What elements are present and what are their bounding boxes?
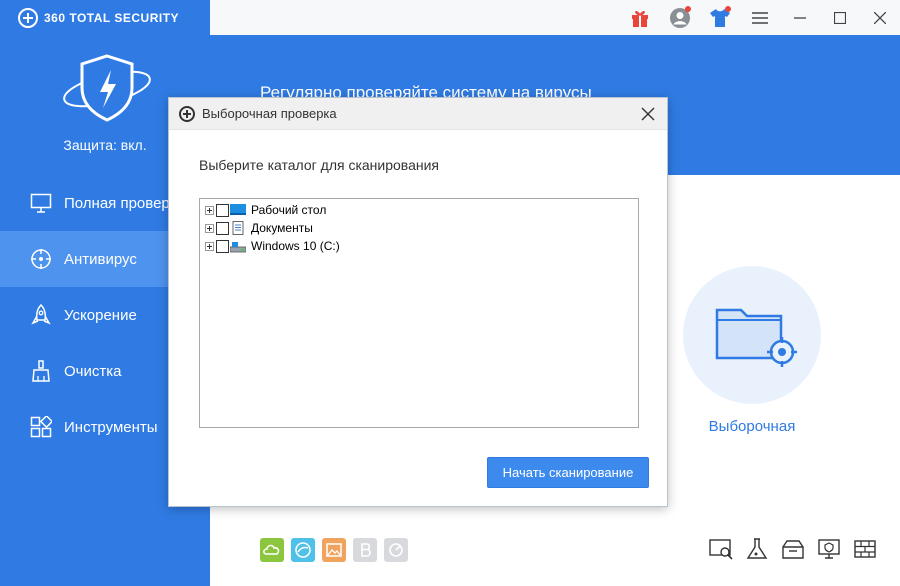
title-bar	[210, 0, 900, 35]
skin-button[interactable]	[700, 0, 740, 35]
notification-dot	[685, 6, 691, 12]
sidebar-item-label: Очистка	[64, 362, 122, 380]
shield-icon	[60, 52, 155, 122]
maximize-icon	[834, 11, 846, 24]
cloud-app-icon[interactable]	[260, 538, 284, 562]
expand-icon[interactable]	[205, 205, 214, 215]
speed-app-icon[interactable]	[384, 538, 408, 562]
sidebar-item-label: Инструменты	[64, 418, 158, 436]
dialog-title: Выборочная проверка	[202, 106, 337, 121]
gift-icon	[632, 10, 648, 27]
expand-icon[interactable]	[205, 241, 214, 251]
drive-icon	[230, 242, 246, 253]
tree-item-drive-c[interactable]: Windows 10 (C:)	[200, 237, 638, 255]
tree-item-documents[interactable]: Документы	[200, 219, 638, 237]
main-menu-button[interactable]	[740, 0, 780, 35]
tree-item-desktop[interactable]: Рабочий стол	[200, 201, 638, 219]
menu-icon	[752, 11, 768, 24]
tree-checkbox[interactable]	[216, 221, 229, 235]
tree-item-label: Рабочий стол	[251, 203, 327, 217]
tree-checkbox[interactable]	[216, 239, 229, 253]
minimize-button[interactable]	[780, 0, 820, 35]
photo-app-icon[interactable]	[322, 538, 346, 562]
minimize-icon	[794, 16, 806, 19]
maximize-button[interactable]	[820, 0, 860, 35]
app-logo-icon	[179, 105, 195, 122]
close-icon	[874, 11, 886, 24]
monitor-shield-icon[interactable]	[816, 536, 842, 562]
broom-icon	[32, 360, 50, 382]
crosshair-icon	[31, 249, 51, 269]
brand-name: 360 TOTAL SECURITY	[44, 11, 180, 25]
dialog-close-icon[interactable]	[639, 105, 657, 123]
gift-button[interactable]	[620, 0, 660, 35]
close-button[interactable]	[860, 0, 900, 35]
folder-tree[interactable]: Рабочий стол Документы Windows 10 (C:)	[199, 198, 639, 428]
desktop-folder-icon	[230, 204, 246, 215]
grid-icon	[30, 416, 52, 438]
sidebar-item-label: Ускорение	[64, 306, 137, 324]
rocket-icon	[31, 304, 51, 325]
browser-app-icon[interactable]	[291, 538, 315, 562]
monitor-icon	[30, 193, 52, 213]
documents-icon	[232, 221, 244, 235]
tree-checkbox[interactable]	[216, 203, 229, 217]
custom-scan-dialog: Выборочная проверка Выберите каталог для…	[168, 97, 668, 507]
dialog-title-bar: Выборочная проверка	[169, 98, 667, 130]
start-scan-button[interactable]: Начать сканирование	[487, 457, 649, 488]
tree-item-label: Windows 10 (C:)	[251, 239, 340, 253]
sidebar-item-label: Полная проверка	[64, 194, 185, 212]
dialog-prompt: Выберите каталог для сканирования	[199, 157, 439, 173]
custom-scan-label[interactable]: Выборочная	[690, 418, 814, 435]
brand-logo-icon	[18, 8, 38, 28]
scan-screen-icon[interactable]	[708, 536, 734, 562]
tree-item-label: Документы	[251, 221, 313, 235]
drawer-icon[interactable]	[780, 536, 806, 562]
b-app-icon[interactable]	[353, 538, 377, 562]
brand: 360 TOTAL SECURITY	[18, 7, 179, 29]
notification-dot	[725, 6, 731, 12]
custom-scan-card[interactable]	[683, 266, 821, 404]
flask-icon[interactable]	[744, 536, 770, 562]
bottom-tools	[708, 536, 878, 562]
firewall-icon[interactable]	[852, 536, 878, 562]
expand-icon[interactable]	[205, 223, 214, 233]
folder-target-icon	[715, 308, 797, 367]
sidebar-item-label: Антивирус	[64, 250, 137, 268]
bottom-apps	[260, 538, 408, 562]
user-account-button[interactable]	[660, 0, 700, 35]
